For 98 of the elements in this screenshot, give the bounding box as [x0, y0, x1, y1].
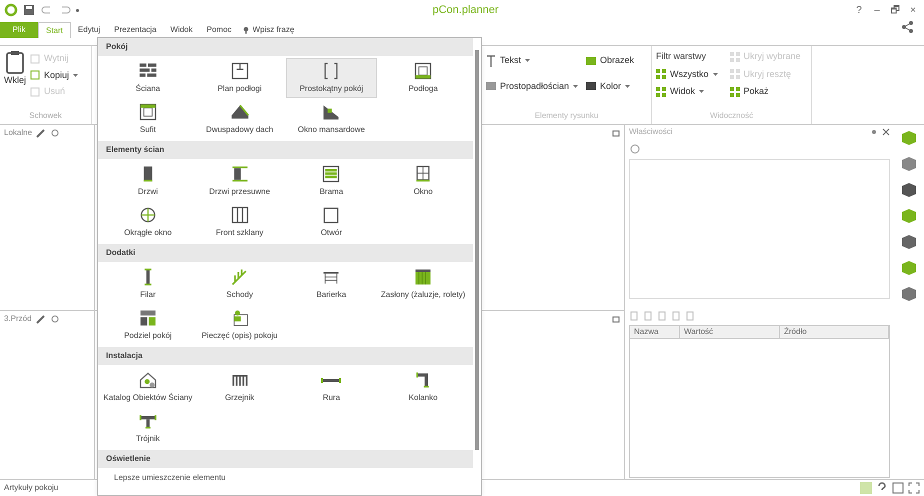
gallery-item[interactable]: Prostokątny pokój: [286, 58, 378, 98]
status-text: Artykuły pokoju: [4, 482, 60, 494]
gallery-item[interactable]: Barierka: [286, 264, 378, 304]
group-label: Schowek: [28, 110, 63, 122]
ribbon-tab[interactable]: Pomoc: [200, 22, 239, 38]
layer-grid-icon: [730, 86, 740, 97]
page-icon: [657, 311, 667, 321]
window-control[interactable]: 🗗: [888, 2, 902, 18]
ribbon-button[interactable]: Obrazek: [586, 54, 634, 68]
share-icon: [900, 20, 916, 34]
save-icon: [22, 3, 36, 17]
opening-icon: [321, 205, 342, 225]
gallery-item[interactable]: Okrągłe okno: [102, 202, 194, 242]
gallery-item[interactable]: Podłoga: [377, 58, 469, 98]
gallery-item[interactable]: Kolanko: [377, 367, 469, 407]
clipboard-icon: [5, 50, 25, 74]
ribbon-button[interactable]: Kopiuj: [30, 68, 78, 82]
close-icon: [882, 128, 890, 136]
ribbon-button[interactable]: Widok: [656, 85, 718, 98]
gallery-item[interactable]: Otwór: [286, 202, 378, 242]
viewport-label[interactable]: 3.Przód: [4, 313, 32, 325]
layer-grid-icon: [656, 69, 666, 80]
gallery-item[interactable]: Filar: [102, 264, 194, 304]
ribbon-tab[interactable]: Prezentacja: [107, 22, 164, 38]
search-field[interactable]: Wpisz frazę: [252, 24, 309, 36]
ceiling-icon: [138, 102, 158, 122]
gallery-item[interactable]: Okno mansardowe: [286, 99, 378, 139]
gallery-item[interactable]: Drzwi: [102, 161, 194, 201]
ribbon-button[interactable]: Wszystko: [656, 68, 718, 81]
image-icon: [586, 56, 596, 66]
gallery-item[interactable]: Grzejnik: [194, 367, 286, 407]
restore-icon: [612, 129, 620, 137]
viewport-label[interactable]: Lokalne: [4, 127, 32, 139]
snap-icon: [860, 482, 872, 494]
color-swatch-icon: [586, 81, 596, 92]
glass-front-icon: [230, 205, 250, 225]
blinds-icon: [413, 267, 434, 287]
group-label: Elementy rysunku: [534, 110, 600, 122]
panel-title: Właściwości: [629, 126, 674, 138]
gallery-item[interactable]: Pieczęć (opis) pokoju: [194, 305, 286, 345]
ribbon-button[interactable]: Pokaż: [730, 85, 801, 98]
layer-grid-icon: [730, 52, 740, 62]
gallery-item[interactable]: Katalog Obiektów Ściany: [102, 367, 194, 407]
ribbon-tab[interactable]: Edytuj: [70, 22, 108, 38]
column-header[interactable]: Nazwa: [630, 326, 680, 338]
gallery-item[interactable]: Ściana: [102, 58, 194, 98]
gallery-item[interactable]: Rura: [286, 367, 378, 407]
window-control[interactable]: ×: [906, 2, 920, 18]
gallery-item[interactable]: Drzwi przesuwne: [194, 161, 286, 201]
ribbon-button[interactable]: Prostopadłościan: [486, 80, 578, 93]
round-window-icon: [138, 205, 158, 225]
paste-button[interactable]: Wklej: [4, 50, 26, 88]
layer-grid-icon: [730, 69, 740, 80]
section-header: Pokój: [98, 38, 473, 56]
fullscreen-icon: [908, 482, 920, 494]
app-logo-icon: [4, 3, 18, 17]
gallery-item[interactable]: Trójnik: [102, 408, 194, 448]
section-header: Dodatki: [98, 244, 473, 262]
garage-door-icon: [321, 164, 342, 184]
gallery-item[interactable]: Plan podłogi: [194, 58, 286, 98]
column-header[interactable]: Źródło: [780, 326, 889, 338]
gallery-item[interactable]: Okno: [377, 161, 469, 201]
restore-icon: [612, 315, 620, 323]
layer-grid-icon: [656, 86, 666, 97]
action-icon: [30, 86, 40, 97]
sliding-door-icon: [230, 164, 250, 184]
gallery-item[interactable]: Schody: [194, 264, 286, 304]
option-label[interactable]: Lepsze umieszczenie elementu: [98, 468, 473, 488]
window-control[interactable]: ?: [852, 2, 866, 18]
group-label: Widoczność: [708, 110, 754, 122]
action-icon: [30, 54, 40, 64]
gallery-item[interactable]: Dwuspadowy dach: [194, 99, 286, 139]
action-icon: [30, 70, 40, 80]
window-control[interactable]: –: [870, 2, 884, 18]
gallery-item[interactable]: Sufit: [102, 99, 194, 139]
gallery-item[interactable]: Zasłony (żaluzje, rolety): [377, 264, 469, 304]
window-title: pCon.planner: [432, 2, 499, 18]
split-room-icon: [138, 308, 158, 328]
section-header: Instalacja: [98, 347, 473, 365]
house-icon: [138, 370, 158, 390]
ribbon-button[interactable]: Tekst: [486, 54, 578, 68]
pipe-icon: [321, 376, 342, 384]
section-header: Oświetlenie: [98, 450, 473, 468]
text-icon: [486, 54, 496, 67]
group-title: Filtr warstwy: [656, 50, 707, 63]
layout-icon: [892, 482, 904, 494]
gallery-item[interactable]: Front szklany: [194, 202, 286, 242]
column-header[interactable]: Wartość: [680, 326, 780, 338]
section-header: Elementy ścian: [98, 141, 473, 159]
ribbon-tab[interactable]: Widok: [163, 22, 200, 38]
floor-icon: [413, 61, 434, 81]
box-icon: [486, 81, 496, 92]
copy-icon: [671, 311, 681, 321]
gallery-item[interactable]: Brama: [286, 161, 378, 201]
ribbon-button[interactable]: Kolor: [586, 80, 634, 93]
floor-plan-icon: [230, 61, 250, 81]
lightbulb-icon: [242, 26, 249, 34]
gallery-item[interactable]: Podziel pokój: [102, 305, 194, 345]
